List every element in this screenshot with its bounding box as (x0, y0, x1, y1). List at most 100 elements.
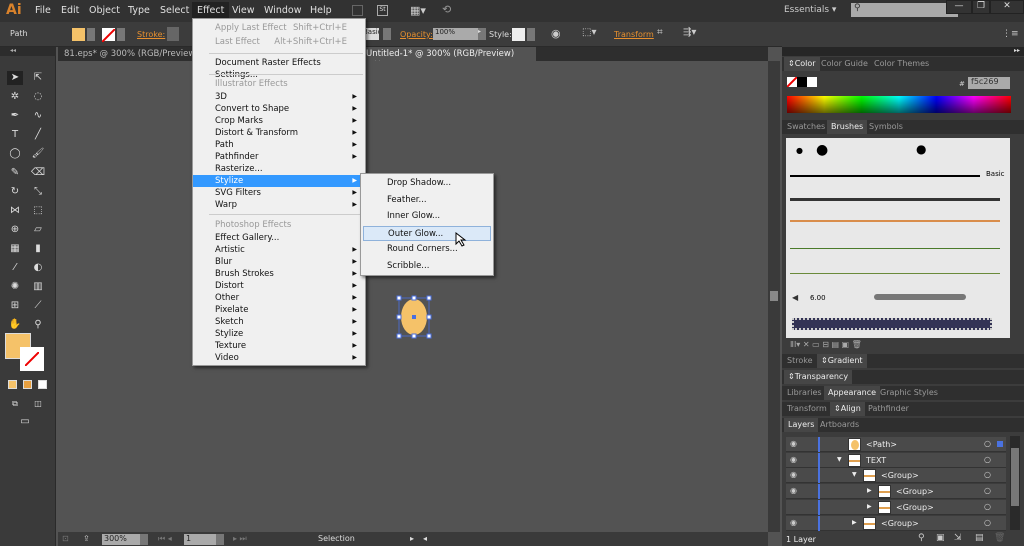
gradient-mode-icon[interactable] (23, 380, 32, 389)
submenu-item-drop-shadow[interactable]: Drop Shadow... (363, 176, 491, 191)
paintbrush-tool-icon[interactable]: 🖌 (30, 147, 46, 161)
menu-item-rasterize[interactable]: Rasterize... (193, 163, 365, 175)
menu-item-ps-blur[interactable]: Blur ▶ (193, 256, 365, 268)
submenu-item-inner-glow[interactable]: Inner Glow... (363, 209, 491, 224)
mesh-tool-icon[interactable]: ▦ (7, 242, 23, 256)
brush-dot-medium[interactable]: ● (916, 142, 926, 156)
brush-libraries-icon[interactable]: ⅡⅠ▾ ✕ ▭ ⊟ ▤ ▣ 🗑 (790, 340, 862, 349)
tab-align[interactable]: ⇕Align (830, 402, 865, 416)
menu-item-ps-artistic[interactable]: Artistic ▶ (193, 244, 365, 256)
target-circle-icon[interactable]: ○ (984, 470, 991, 479)
tab-brushes[interactable]: Brushes (827, 120, 868, 134)
target-circle-icon[interactable]: ○ (984, 486, 991, 495)
symbol-sprayer-tool-icon[interactable]: ✺ (7, 280, 23, 294)
selection-tool-icon[interactable]: ➤ (7, 71, 23, 85)
paint-brush-stroke[interactable] (874, 294, 966, 300)
visibility-eye-icon[interactable]: ◉ (790, 455, 797, 464)
menu-item-crop-marks[interactable]: Crop Marks ▶ (193, 115, 365, 127)
zoom-dropdown[interactable] (140, 534, 148, 545)
charcoal-brush[interactable] (790, 198, 1000, 201)
first-artboard-icon[interactable]: ⏮ ◂ (158, 534, 172, 544)
selection-indicator[interactable] (997, 441, 1003, 447)
screen-mode-icon[interactable]: ▭ (17, 415, 33, 429)
bridge-icon[interactable] (352, 5, 363, 16)
close-window-button[interactable]: ✕ (990, 0, 1024, 14)
fill-swatch[interactable] (72, 28, 85, 41)
layer-row[interactable]: ◉ ▼ TEXT ○ (786, 452, 1006, 468)
target-circle-icon[interactable]: ○ (984, 518, 991, 527)
collapse-tools-icon[interactable]: ◂◂ (0, 47, 56, 56)
lasso-tool-icon[interactable]: ◌ (30, 90, 46, 104)
vertical-scrollbar[interactable] (768, 61, 780, 532)
scale-tool-icon[interactable]: ⤡ (30, 185, 46, 199)
opacity-arrow[interactable]: ▸ (478, 28, 486, 40)
tab-color-guide[interactable]: Color Guide (821, 59, 868, 68)
menu-item-svg-filters[interactable]: SVG Filters ▶ (193, 187, 365, 199)
opacity-label[interactable]: Opacity: (400, 30, 433, 39)
hex-input[interactable]: f5c269 (968, 77, 1010, 89)
orange-brush[interactable] (790, 220, 1000, 222)
draw-mode-icon[interactable]: ⧉ (7, 397, 23, 411)
transform-link[interactable]: Transform (614, 30, 654, 39)
submenu-item-feather[interactable]: Feather... (363, 193, 491, 208)
stroke-none-swatch[interactable] (101, 28, 116, 43)
menu-item-ps-texture[interactable]: Texture ▶ (193, 340, 365, 352)
last-artboard-icon[interactable]: ▸ ⏭ (233, 534, 247, 544)
panel-menu-icon[interactable]: ⋮≡ (1002, 29, 1019, 39)
tab-color-themes[interactable]: Color Themes (874, 59, 929, 68)
tab-appearance[interactable]: Appearance (824, 386, 881, 400)
artboard-tool-icon[interactable]: ⊞ (7, 299, 23, 313)
menu-view[interactable]: View (232, 5, 255, 16)
tab-document-2[interactable]: Untitled-1* @ 300% (RGB/Preview) × (360, 47, 536, 69)
control-panel-menu-icon[interactable]: ⇶▾ (683, 27, 696, 38)
brush-dot-small[interactable]: ● (796, 146, 803, 155)
color-mode-icon[interactable] (8, 380, 17, 389)
workspace-switcher[interactable]: Essentials ▾ (784, 5, 836, 15)
canvas[interactable] (58, 61, 768, 532)
eyedropper-tool-icon[interactable]: ⁄ (7, 261, 23, 275)
menu-window[interactable]: Window (264, 5, 301, 16)
clipping-mask-icon[interactable]: ▣ (936, 533, 945, 543)
gradient-tool-icon[interactable]: ▮ (30, 242, 46, 256)
color-spectrum[interactable] (787, 96, 1011, 113)
brush-dot-large[interactable]: ● (816, 142, 828, 158)
menu-item-ps-effect-gallery[interactable]: Effect Gallery... (193, 232, 365, 244)
minimize-button[interactable]: — (946, 0, 972, 14)
visibility-eye-icon[interactable]: ◉ (790, 486, 797, 495)
submenu-item-outer-glow[interactable]: Outer Glow... (363, 225, 491, 241)
pen-tool-icon[interactable]: ✒ (7, 109, 23, 123)
graphic-style-swatch[interactable] (512, 28, 525, 41)
tab-libraries[interactable]: Libraries (787, 388, 822, 397)
tab-graphic-styles[interactable]: Graphic Styles (880, 388, 938, 397)
type-tool-icon[interactable]: T (7, 128, 23, 142)
layers-scroll-thumb[interactable] (1011, 448, 1019, 506)
status-menu-arrow[interactable]: ▸ (410, 534, 414, 543)
new-layer-icon[interactable]: ▤ (975, 533, 984, 543)
layer-row[interactable]: ◉ ▶ <Group> ○ (786, 484, 1006, 500)
menu-help[interactable]: Help (310, 5, 332, 16)
rotate-tool-icon[interactable]: ↻ (7, 185, 23, 199)
stroke-weight-stepper[interactable] (167, 27, 179, 41)
menu-item-ps-video[interactable]: Video ▶ (193, 352, 365, 364)
scroll-thumb[interactable] (770, 291, 778, 301)
tab-layers[interactable]: Layers (784, 418, 819, 432)
export-icon[interactable]: ⇪ (83, 534, 90, 543)
menu-item-ps-distort[interactable]: Distort ▶ (193, 280, 365, 292)
stroke-color-box[interactable] (20, 347, 44, 371)
delete-layer-icon[interactable]: 🗑 (994, 533, 1005, 543)
expand-arrow-icon[interactable]: ▶ (867, 503, 872, 510)
layer-row[interactable]: ▶ <Group> ○ (786, 499, 1006, 515)
free-transform-tool-icon[interactable]: ⬚ (30, 204, 46, 218)
menu-item-stylize[interactable]: Stylize ▶ (193, 175, 365, 187)
none-color-icon[interactable] (786, 76, 798, 88)
target-circle-icon[interactable]: ○ (984, 439, 991, 448)
black-color-icon[interactable] (797, 77, 807, 87)
recolor-artwork-icon[interactable]: ◉ (551, 27, 561, 40)
opacity-input[interactable]: 100% (433, 28, 478, 40)
submenu-item-round-corners[interactable]: Round Corners... (363, 242, 491, 257)
basic-brush[interactable] (790, 175, 980, 177)
stroke-label[interactable]: Stroke: (137, 30, 165, 39)
width-tool-icon[interactable]: ⋈ (7, 204, 23, 218)
menu-item-3d[interactable]: 3D ▶ (193, 91, 365, 103)
artboard-dropdown[interactable] (216, 534, 224, 545)
